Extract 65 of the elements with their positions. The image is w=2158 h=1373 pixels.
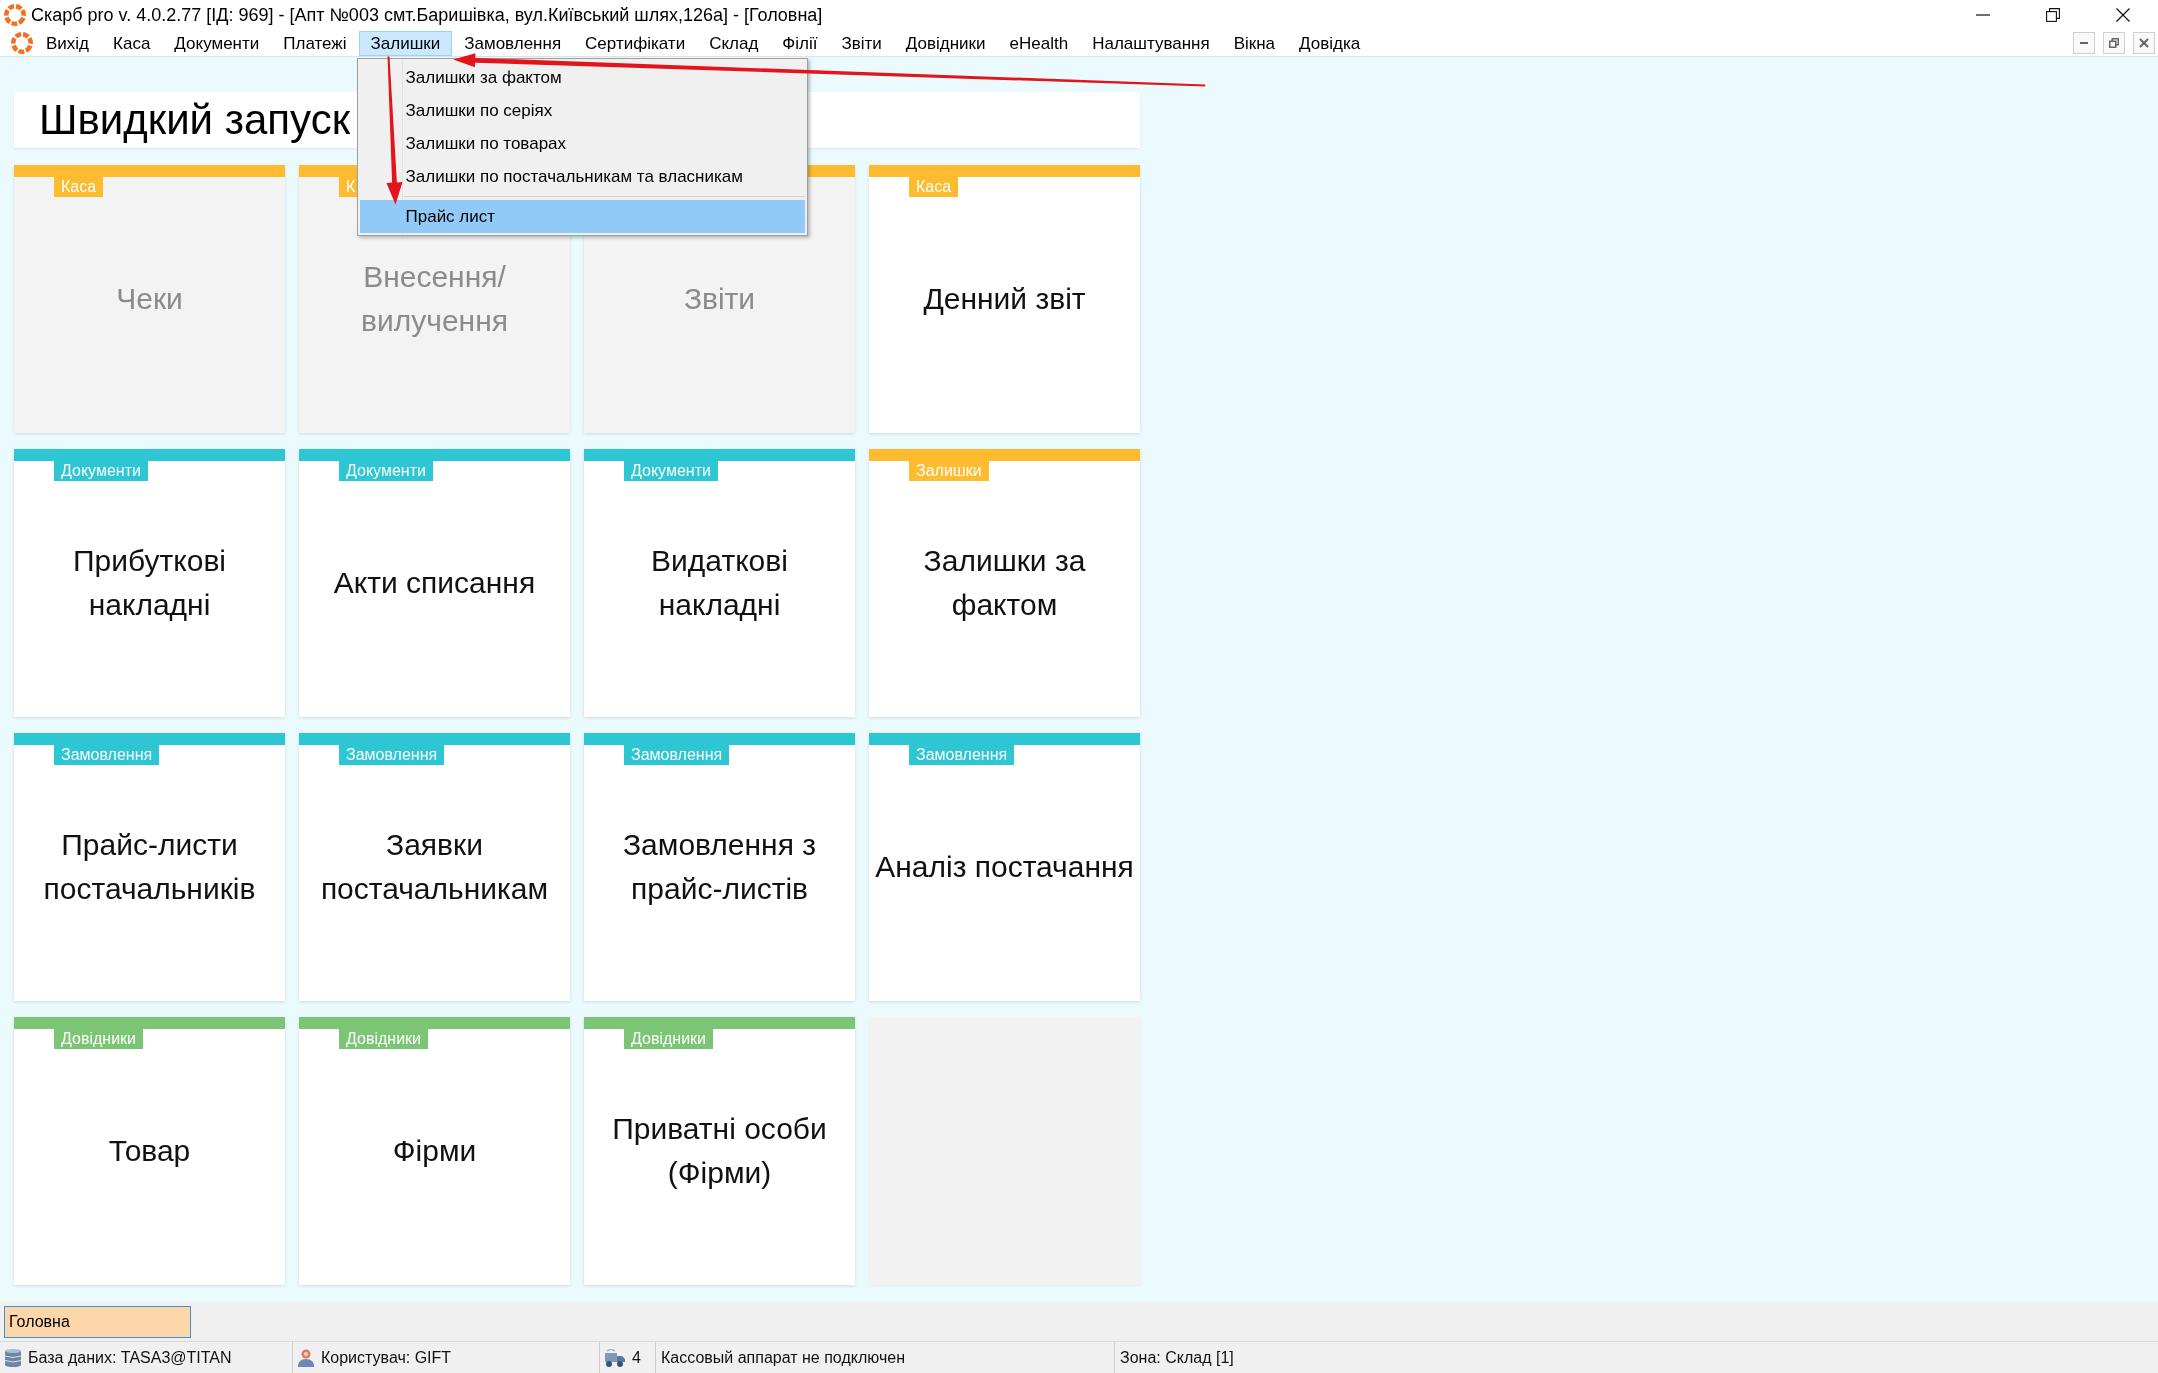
menu-item[interactable]: Вихід <box>34 30 102 56</box>
close-icon <box>2139 38 2149 48</box>
shortcut-tile[interactable]: Документи Акти списання <box>299 449 570 717</box>
status-text: База даних: TASA3@TITAN <box>28 1348 232 1367</box>
menu-item[interactable]: Склад <box>697 30 771 56</box>
shortcut-tile[interactable]: Замовлення Аналіз постачання <box>869 733 1140 1001</box>
user-icon <box>298 1348 314 1367</box>
shortcut-tile[interactable]: Залишки Залишки за фактом <box>869 449 1140 717</box>
category-tag: Довідники <box>624 1029 713 1049</box>
truck-icon <box>605 1348 625 1367</box>
menu-item[interactable]: Налаштування <box>1080 30 1222 56</box>
menu-item[interactable]: Довідники <box>893 30 998 56</box>
status-text: Зона: Склад [1] <box>1120 1348 1234 1367</box>
dropdown-item[interactable]: Залишки за фактом <box>359 60 805 94</box>
menu-item[interactable]: Замовлення <box>452 30 574 56</box>
status-text: Користувач: GIFT <box>321 1348 452 1367</box>
minimize-button[interactable] <box>2073 32 2095 54</box>
document-tab[interactable]: Головна <box>4 1305 191 1338</box>
dropdown-item[interactable]: Залишки по товарах <box>359 126 805 160</box>
category-tag: Документи <box>339 461 433 481</box>
window-title: Скарб pro v. 4.0.2.77 [ІД: 969] - [Апт №003 смт.Баришівка, вул.Київський шлях,126а] - [Головна] <box>31 4 823 26</box>
status-text: 4 <box>632 1348 641 1367</box>
category-tag: Замовлення <box>624 745 730 765</box>
shortcut-tile[interactable]: Довідники Товар <box>14 1017 285 1285</box>
logo-icon[interactable] <box>11 32 33 54</box>
restore-icon <box>2046 8 2060 22</box>
shortcut-tile[interactable]: Замовлення Заявки постачальникам <box>299 733 570 1001</box>
category-tag: Документи <box>624 461 718 481</box>
menu-item[interactable]: Сертифікати <box>573 30 698 56</box>
menu-item[interactable]: Залишки <box>358 30 453 56</box>
category-tag: Каса <box>909 177 959 197</box>
category-tag: Довідники <box>54 1029 143 1049</box>
menu-item[interactable]: Звіти <box>829 30 894 56</box>
minimize-icon <box>2080 42 2088 44</box>
logo-icon <box>4 4 26 26</box>
dropdown-item[interactable]: Прайс лист <box>359 199 805 233</box>
shortcut-tile[interactable]: Довідники Приватні особи (Фірми) <box>584 1017 855 1285</box>
menu-item[interactable]: Довідка <box>1287 30 1373 56</box>
shortcut-tile[interactable]: Документи Прибуткові накладні <box>14 449 285 717</box>
shortcut-tile[interactable]: Замовлення Прайс-листи постачальників <box>14 733 285 1001</box>
page-title: Швидкий запуск <box>39 96 350 144</box>
dropdown-item[interactable]: Залишки по серіях <box>359 93 805 127</box>
category-tag: Документи <box>54 461 148 481</box>
menu-item[interactable]: eHealth <box>997 30 1081 56</box>
category-tag: Каса <box>54 177 104 197</box>
close-button[interactable] <box>2133 32 2155 54</box>
menu-item[interactable]: Каса <box>101 30 163 56</box>
category-tag: Довідники <box>339 1029 428 1049</box>
shortcut-tile[interactable]: Каса Денний звіт <box>869 165 1140 433</box>
category-tag: Замовлення <box>54 745 160 765</box>
category-tag: Замовлення <box>339 745 445 765</box>
menu-item[interactable]: Вікна <box>1221 30 1288 56</box>
shortcut-tile[interactable]: Довідники Фірми <box>299 1017 570 1285</box>
restore-icon <box>2109 38 2119 48</box>
category-tag: Замовлення <box>909 745 1015 765</box>
database-icon <box>5 1348 21 1367</box>
menu-item[interactable]: Філії <box>770 30 830 56</box>
shortcut-tile[interactable]: Документи Видаткові накладні <box>584 449 855 717</box>
menu-item[interactable]: Документи <box>162 30 272 56</box>
shortcut-tile[interactable]: Замовлення Замовлення з прайс-листів <box>584 733 855 1001</box>
category-tag: Залишки <box>909 461 989 481</box>
status-text: Кассовый аппарат не подключен <box>661 1348 905 1367</box>
menu-item[interactable]: Платежі <box>271 30 359 56</box>
minimize-icon <box>1976 14 1990 16</box>
close-icon <box>2116 8 2130 22</box>
